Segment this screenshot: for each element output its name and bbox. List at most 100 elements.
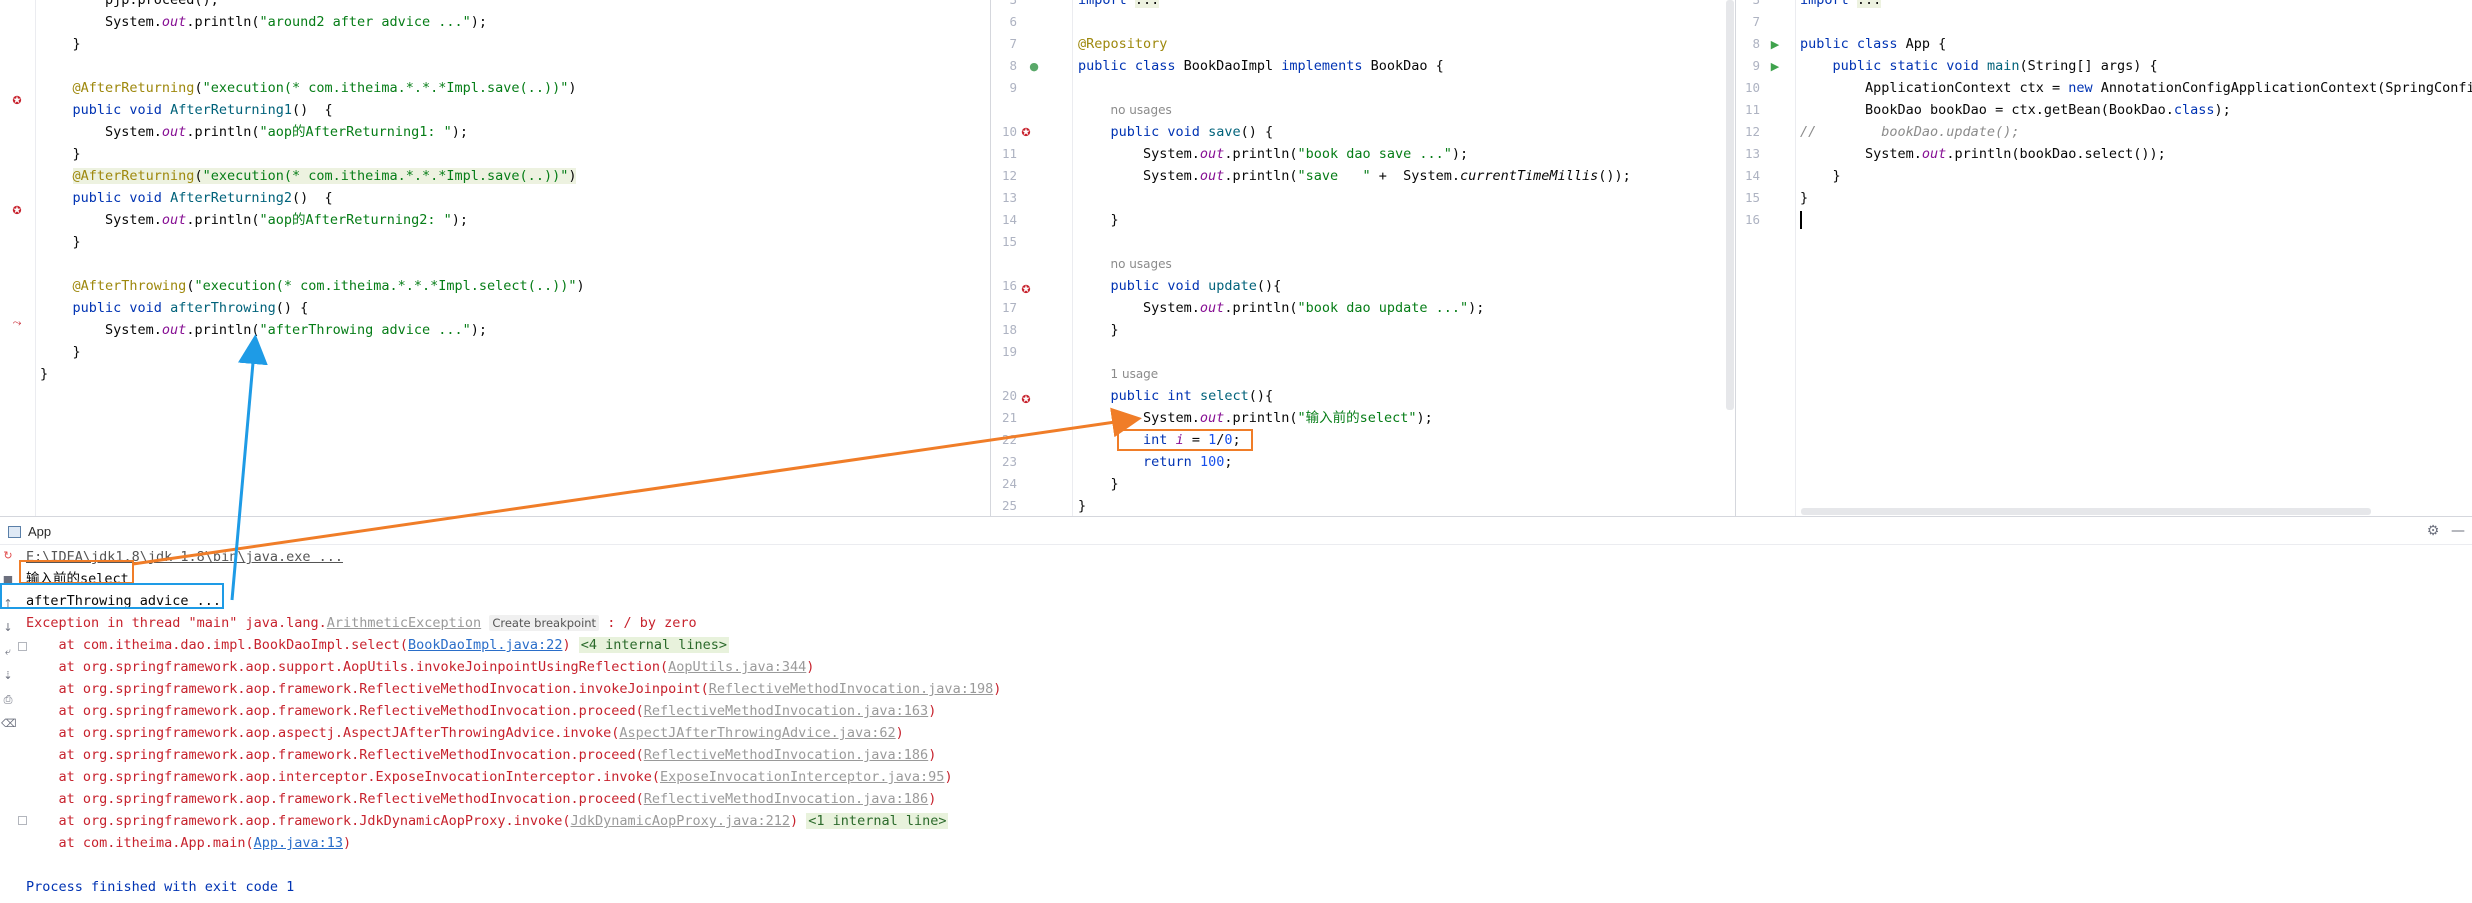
code-line[interactable]: } bbox=[1078, 495, 1086, 516]
code-line[interactable]: import ... bbox=[1078, 0, 1160, 11]
code-line[interactable]: System.out.println("save " + System.curr… bbox=[1078, 165, 1631, 187]
console-line[interactable]: Exception in thread "main" java.lang.Ari… bbox=[26, 612, 697, 634]
aspect-advice-icon[interactable]: ⤳ bbox=[10, 316, 24, 330]
code-line[interactable]: } bbox=[40, 363, 48, 385]
advised-method-icon[interactable]: ✪ bbox=[1019, 126, 1033, 140]
line-number: 3 bbox=[1736, 0, 1760, 11]
code-line[interactable]: System.out.println("book dao save ..."); bbox=[1078, 143, 1468, 165]
code-line[interactable]: BookDao bookDao = ctx.getBean(BookDao.cl… bbox=[1800, 99, 2231, 121]
code-line[interactable]: public void AfterReturning2() { bbox=[40, 187, 333, 209]
code-line[interactable]: public void afterThrowing() { bbox=[40, 297, 309, 319]
console-line[interactable]: Process finished with exit code 1 bbox=[26, 876, 294, 898]
code-line[interactable]: System.out.println(bookDao.select()); bbox=[1800, 143, 2166, 165]
line-number: 8 bbox=[1752, 36, 1760, 51]
code-line[interactable]: return 100; bbox=[1078, 451, 1232, 473]
advised-method-icon[interactable]: ✪ bbox=[1019, 393, 1033, 407]
soft-wrap-icon[interactable]: ⤶ bbox=[1, 645, 15, 659]
line-number: 11 bbox=[1744, 102, 1760, 117]
code-line[interactable]: System.out.println("aop的AfterReturning1:… bbox=[40, 121, 468, 143]
line-number: 12 bbox=[1744, 124, 1760, 139]
console-line[interactable]: at org.springframework.aop.framework.Jdk… bbox=[26, 810, 949, 832]
code-line[interactable]: public void update(){ bbox=[1078, 275, 1282, 297]
console-line[interactable]: at org.springframework.aop.interceptor.E… bbox=[26, 766, 953, 788]
console-line[interactable]: at org.springframework.aop.framework.Ref… bbox=[26, 678, 1002, 700]
code-line[interactable]: @AfterReturning("execution(* com.itheima… bbox=[40, 165, 577, 187]
code-line[interactable]: ApplicationContext ctx = new AnnotationC… bbox=[1800, 77, 2472, 99]
settings-gear-icon[interactable]: ⚙ bbox=[2424, 522, 2442, 540]
code-line[interactable]: 1 usage bbox=[1078, 363, 1159, 385]
line-number: 20 bbox=[1001, 388, 1017, 403]
code-line[interactable]: // bookDao.update(); bbox=[1800, 121, 2019, 143]
code-line[interactable]: pjp.proceed(); bbox=[40, 0, 219, 11]
editor-app[interactable]: 3 7 8 9 10 11 12 13 14 15 16 ▶ ▶ import ... public cl… bbox=[1735, 0, 2472, 516]
fold-icon[interactable] bbox=[18, 642, 27, 651]
code-line[interactable]: System.out.println("aop的AfterReturning2:… bbox=[40, 209, 468, 231]
spring-bean-icon[interactable]: ● bbox=[1027, 60, 1041, 74]
rerun-icon[interactable]: ↻ bbox=[1, 549, 15, 563]
scroll-to-end-icon[interactable]: ⇣ bbox=[1, 669, 15, 683]
editor-aspect-class[interactable]: ✪ ✪ ⤳ pjp.proceed(); System.out.println("a… bbox=[0, 0, 990, 516]
console-line[interactable]: afterThrowing advice ... bbox=[26, 590, 221, 612]
code-line[interactable]: System.out.println("around2 after advice… bbox=[40, 11, 487, 33]
code-line[interactable]: System.out.println("输入前的select"); bbox=[1078, 407, 1433, 429]
line-number: 12 bbox=[1001, 168, 1017, 183]
advised-method-icon[interactable]: ✪ bbox=[1019, 283, 1033, 297]
editor-gutter[interactable]: 3 7 8 9 10 11 12 13 14 15 16 ▶ ▶ bbox=[1736, 0, 1796, 516]
code-line[interactable]: System.out.println("afterThrowing advice… bbox=[40, 319, 487, 341]
code-line[interactable]: public int select(){ bbox=[1078, 385, 1274, 407]
minimize-icon[interactable]: — bbox=[2449, 522, 2467, 540]
aspect-advice-icon[interactable]: ✪ bbox=[10, 204, 24, 218]
console-line[interactable]: at org.springframework.aop.framework.Ref… bbox=[26, 744, 937, 766]
code-line[interactable]: @AfterThrowing("execution(* com.itheima.… bbox=[40, 275, 585, 297]
code-line[interactable]: public class App { bbox=[1800, 33, 1946, 55]
code-line[interactable]: } bbox=[1800, 187, 1808, 209]
scroll-down-icon[interactable]: ↓ bbox=[1, 621, 15, 635]
code-line[interactable]: import ... bbox=[1800, 0, 1882, 11]
console-line[interactable]: at org.springframework.aop.framework.Ref… bbox=[26, 700, 937, 722]
print-icon[interactable]: ⎙ bbox=[1, 693, 15, 707]
console-line[interactable]: at org.springframework.aop.aspectj.Aspec… bbox=[26, 722, 904, 744]
code-line[interactable]: } bbox=[1078, 319, 1119, 341]
console-line[interactable]: at org.springframework.aop.support.AopUt… bbox=[26, 656, 815, 678]
console-line[interactable]: at com.itheima.App.main(App.java:13) bbox=[26, 832, 352, 854]
code-line[interactable]: public void save() { bbox=[1078, 121, 1274, 143]
console-line[interactable]: at com.itheima.dao.impl.BookDaoImpl.sele… bbox=[26, 634, 730, 656]
console-line[interactable]: E:\IDEA\jdk1.8\jdk-1.8\bin\java.exe ... bbox=[26, 546, 343, 568]
run-main-icon[interactable]: ▶ bbox=[1768, 60, 1782, 74]
code-line[interactable] bbox=[1800, 209, 1802, 231]
clear-all-icon[interactable]: ⌫ bbox=[1, 717, 17, 731]
editor-scrollbar[interactable] bbox=[1726, 0, 1734, 410]
scroll-up-icon[interactable]: ↑ bbox=[1, 597, 15, 611]
horizontal-scrollbar[interactable] bbox=[1801, 508, 2371, 515]
run-class-icon[interactable]: ▶ bbox=[1768, 38, 1782, 52]
code-line[interactable]: } bbox=[1078, 473, 1119, 495]
code-line[interactable]: no usages bbox=[1078, 253, 1172, 275]
code-line[interactable]: } bbox=[1078, 209, 1119, 231]
stop-icon[interactable]: ■ bbox=[1, 573, 15, 587]
run-tab-app[interactable]: App bbox=[8, 522, 51, 542]
fold-icon[interactable] bbox=[18, 816, 27, 825]
code-line[interactable]: } bbox=[40, 341, 81, 363]
code-line[interactable]: no usages bbox=[1078, 99, 1172, 121]
code-line[interactable]: public class BookDaoImpl implements Book… bbox=[1078, 55, 1444, 77]
line-number: 7 bbox=[1752, 14, 1760, 29]
code-line[interactable]: int i = 1/0; bbox=[1078, 429, 1241, 451]
code-line[interactable]: } bbox=[40, 231, 81, 253]
line-number: 6 bbox=[1009, 14, 1017, 29]
line-number: 13 bbox=[1744, 146, 1760, 161]
code-line[interactable]: @Repository bbox=[1078, 33, 1167, 55]
code-line[interactable]: public void AfterReturning1() { bbox=[40, 99, 333, 121]
code-line[interactable]: System.out.println("book dao update ..."… bbox=[1078, 297, 1484, 319]
code-line[interactable]: } bbox=[1800, 165, 1841, 187]
code-line[interactable]: public static void main(String[] args) { bbox=[1800, 55, 2158, 77]
console-line[interactable]: 输入前的select bbox=[26, 568, 129, 590]
editor-gutter[interactable]: ✪ ✪ ⤳ bbox=[0, 0, 36, 516]
aspect-advice-icon[interactable]: ✪ bbox=[10, 94, 24, 108]
code-line[interactable]: } bbox=[40, 143, 81, 165]
editor-gutter[interactable]: 3 6 7 8 9 10 11 12 13 14 15 16 17 18 19 20 21 22 23 24 25 ● ✪ ✪… bbox=[991, 0, 1073, 516]
code-line[interactable]: } bbox=[40, 33, 81, 55]
code-line[interactable]: @AfterReturning("execution(* com.itheima… bbox=[40, 77, 577, 99]
editor-bookdaoimpl[interactable]: 3 6 7 8 9 10 11 12 13 14 15 16 17 18 19 20 21 22 23 24 25 ● ✪ ✪… bbox=[990, 0, 1735, 516]
console-line[interactable]: at org.springframework.aop.framework.Ref… bbox=[26, 788, 937, 810]
line-number: 15 bbox=[1001, 234, 1017, 249]
